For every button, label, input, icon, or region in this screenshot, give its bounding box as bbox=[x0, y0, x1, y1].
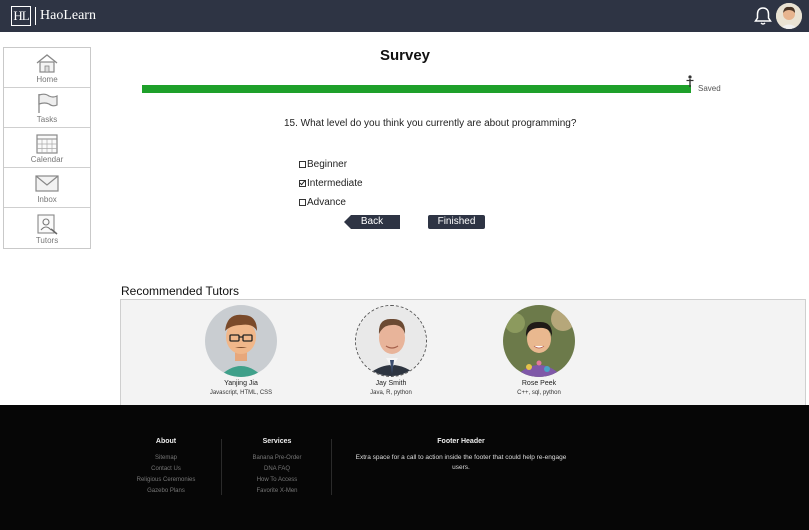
calendar-icon bbox=[36, 134, 58, 154]
finished-button[interactable]: Finished bbox=[428, 215, 485, 229]
tutor-skills: C++, sql, python bbox=[517, 390, 561, 396]
footer-about: About Sitemap Contact Us Religious Cerem… bbox=[126, 438, 206, 497]
tutor-skills: Java, R, python bbox=[370, 390, 412, 396]
logo-mark: HL bbox=[11, 6, 31, 26]
sidebar-item-label: Home bbox=[36, 75, 58, 84]
footer-heading: About bbox=[155, 438, 177, 445]
footer: About Sitemap Contact Us Religious Cerem… bbox=[0, 405, 809, 530]
tutor-name: Yanjing Jia bbox=[224, 380, 258, 387]
footer-link[interactable]: DNA FAQ bbox=[236, 464, 318, 475]
sidebar-item-label: Calendar bbox=[30, 155, 64, 164]
sidebar-item-label: Tasks bbox=[36, 115, 58, 124]
logo[interactable]: HL HaoLearn bbox=[11, 6, 96, 26]
flag-icon bbox=[38, 93, 58, 113]
footer-link[interactable]: Sitemap bbox=[126, 453, 206, 464]
option-intermediate[interactable]: Intermediate bbox=[299, 174, 363, 193]
bell-icon[interactable] bbox=[752, 5, 774, 27]
footer-cta: Footer Header Extra space for a call to … bbox=[346, 438, 576, 473]
option-label: Intermediate bbox=[307, 178, 363, 189]
footer-link[interactable]: Contact Us bbox=[126, 464, 206, 475]
sidebar-item-label: Tutors bbox=[35, 236, 59, 245]
tutor-skills: Javascript, HTML, CSS bbox=[209, 390, 273, 396]
footer-heading: Services bbox=[262, 438, 292, 445]
option-label: Advance bbox=[307, 197, 346, 208]
sidebar-item-calendar[interactable]: Calendar bbox=[4, 128, 90, 168]
footer-cta-text: Extra space for a call to action inside … bbox=[355, 454, 567, 471]
survey-progress-bar bbox=[142, 85, 691, 93]
checkbox[interactable] bbox=[299, 161, 306, 168]
tutor-card[interactable]: Jay Smith Java, R, python bbox=[336, 305, 446, 396]
mail-icon bbox=[35, 175, 59, 192]
tutor-name: Jay Smith bbox=[375, 380, 407, 387]
top-navbar: HL HaoLearn bbox=[0, 0, 809, 32]
home-icon bbox=[36, 54, 58, 73]
sidebar-item-home[interactable]: Home bbox=[4, 48, 90, 88]
footer-divider bbox=[221, 439, 222, 495]
logo-text: HaoLearn bbox=[35, 7, 96, 25]
checkbox[interactable] bbox=[299, 199, 306, 206]
sidebar-item-inbox[interactable]: Inbox bbox=[4, 168, 90, 208]
answer-options: Beginner Intermediate Advance bbox=[299, 155, 363, 212]
footer-link[interactable]: How To Access bbox=[236, 475, 318, 486]
survey-progress-fill bbox=[142, 85, 691, 93]
footer-services: Services Banana Pre-Order DNA FAQ How To… bbox=[236, 438, 318, 497]
section-title: Recommended Tutors bbox=[121, 284, 240, 298]
back-button[interactable]: Back bbox=[344, 215, 400, 229]
tutor-photo[interactable] bbox=[355, 305, 427, 377]
sidebar-item-tutors[interactable]: Tutors bbox=[4, 208, 90, 248]
tutor-name: Rose Peek bbox=[521, 380, 557, 387]
checkbox-checked[interactable] bbox=[299, 180, 306, 187]
tutor-photo[interactable] bbox=[503, 305, 575, 377]
tutor-icon bbox=[37, 214, 58, 235]
footer-link[interactable]: Banana Pre-Order bbox=[236, 453, 318, 464]
user-avatar[interactable] bbox=[776, 3, 802, 29]
sidebar-item-label: Inbox bbox=[37, 195, 57, 204]
sidebar-item-tasks[interactable]: Tasks bbox=[4, 88, 90, 128]
footer-link[interactable]: Favorite X-Men bbox=[236, 486, 318, 497]
tutor-card[interactable]: Rose Peek C++, sql, python bbox=[484, 305, 594, 396]
footer-link[interactable]: Gazebo Plans bbox=[126, 486, 206, 497]
saved-status: Saved bbox=[698, 84, 721, 93]
tutor-card[interactable]: Yanjing Jia Javascript, HTML, CSS bbox=[186, 305, 296, 396]
footer-heading: Footer Header bbox=[437, 438, 485, 445]
option-advance[interactable]: Advance bbox=[299, 193, 363, 212]
footer-link[interactable]: Religious Ceremonies bbox=[126, 475, 206, 486]
option-label: Beginner bbox=[307, 159, 348, 170]
tutor-photo[interactable] bbox=[205, 305, 277, 377]
survey-question: 15. What level do you think you currentl… bbox=[284, 118, 577, 129]
sidebar: Home Tasks Calendar Inbox Tutors bbox=[3, 47, 91, 249]
footer-divider bbox=[331, 439, 332, 495]
option-beginner[interactable]: Beginner bbox=[299, 155, 363, 174]
page-title: Survey bbox=[379, 47, 431, 64]
person-marker-icon bbox=[686, 75, 694, 87]
